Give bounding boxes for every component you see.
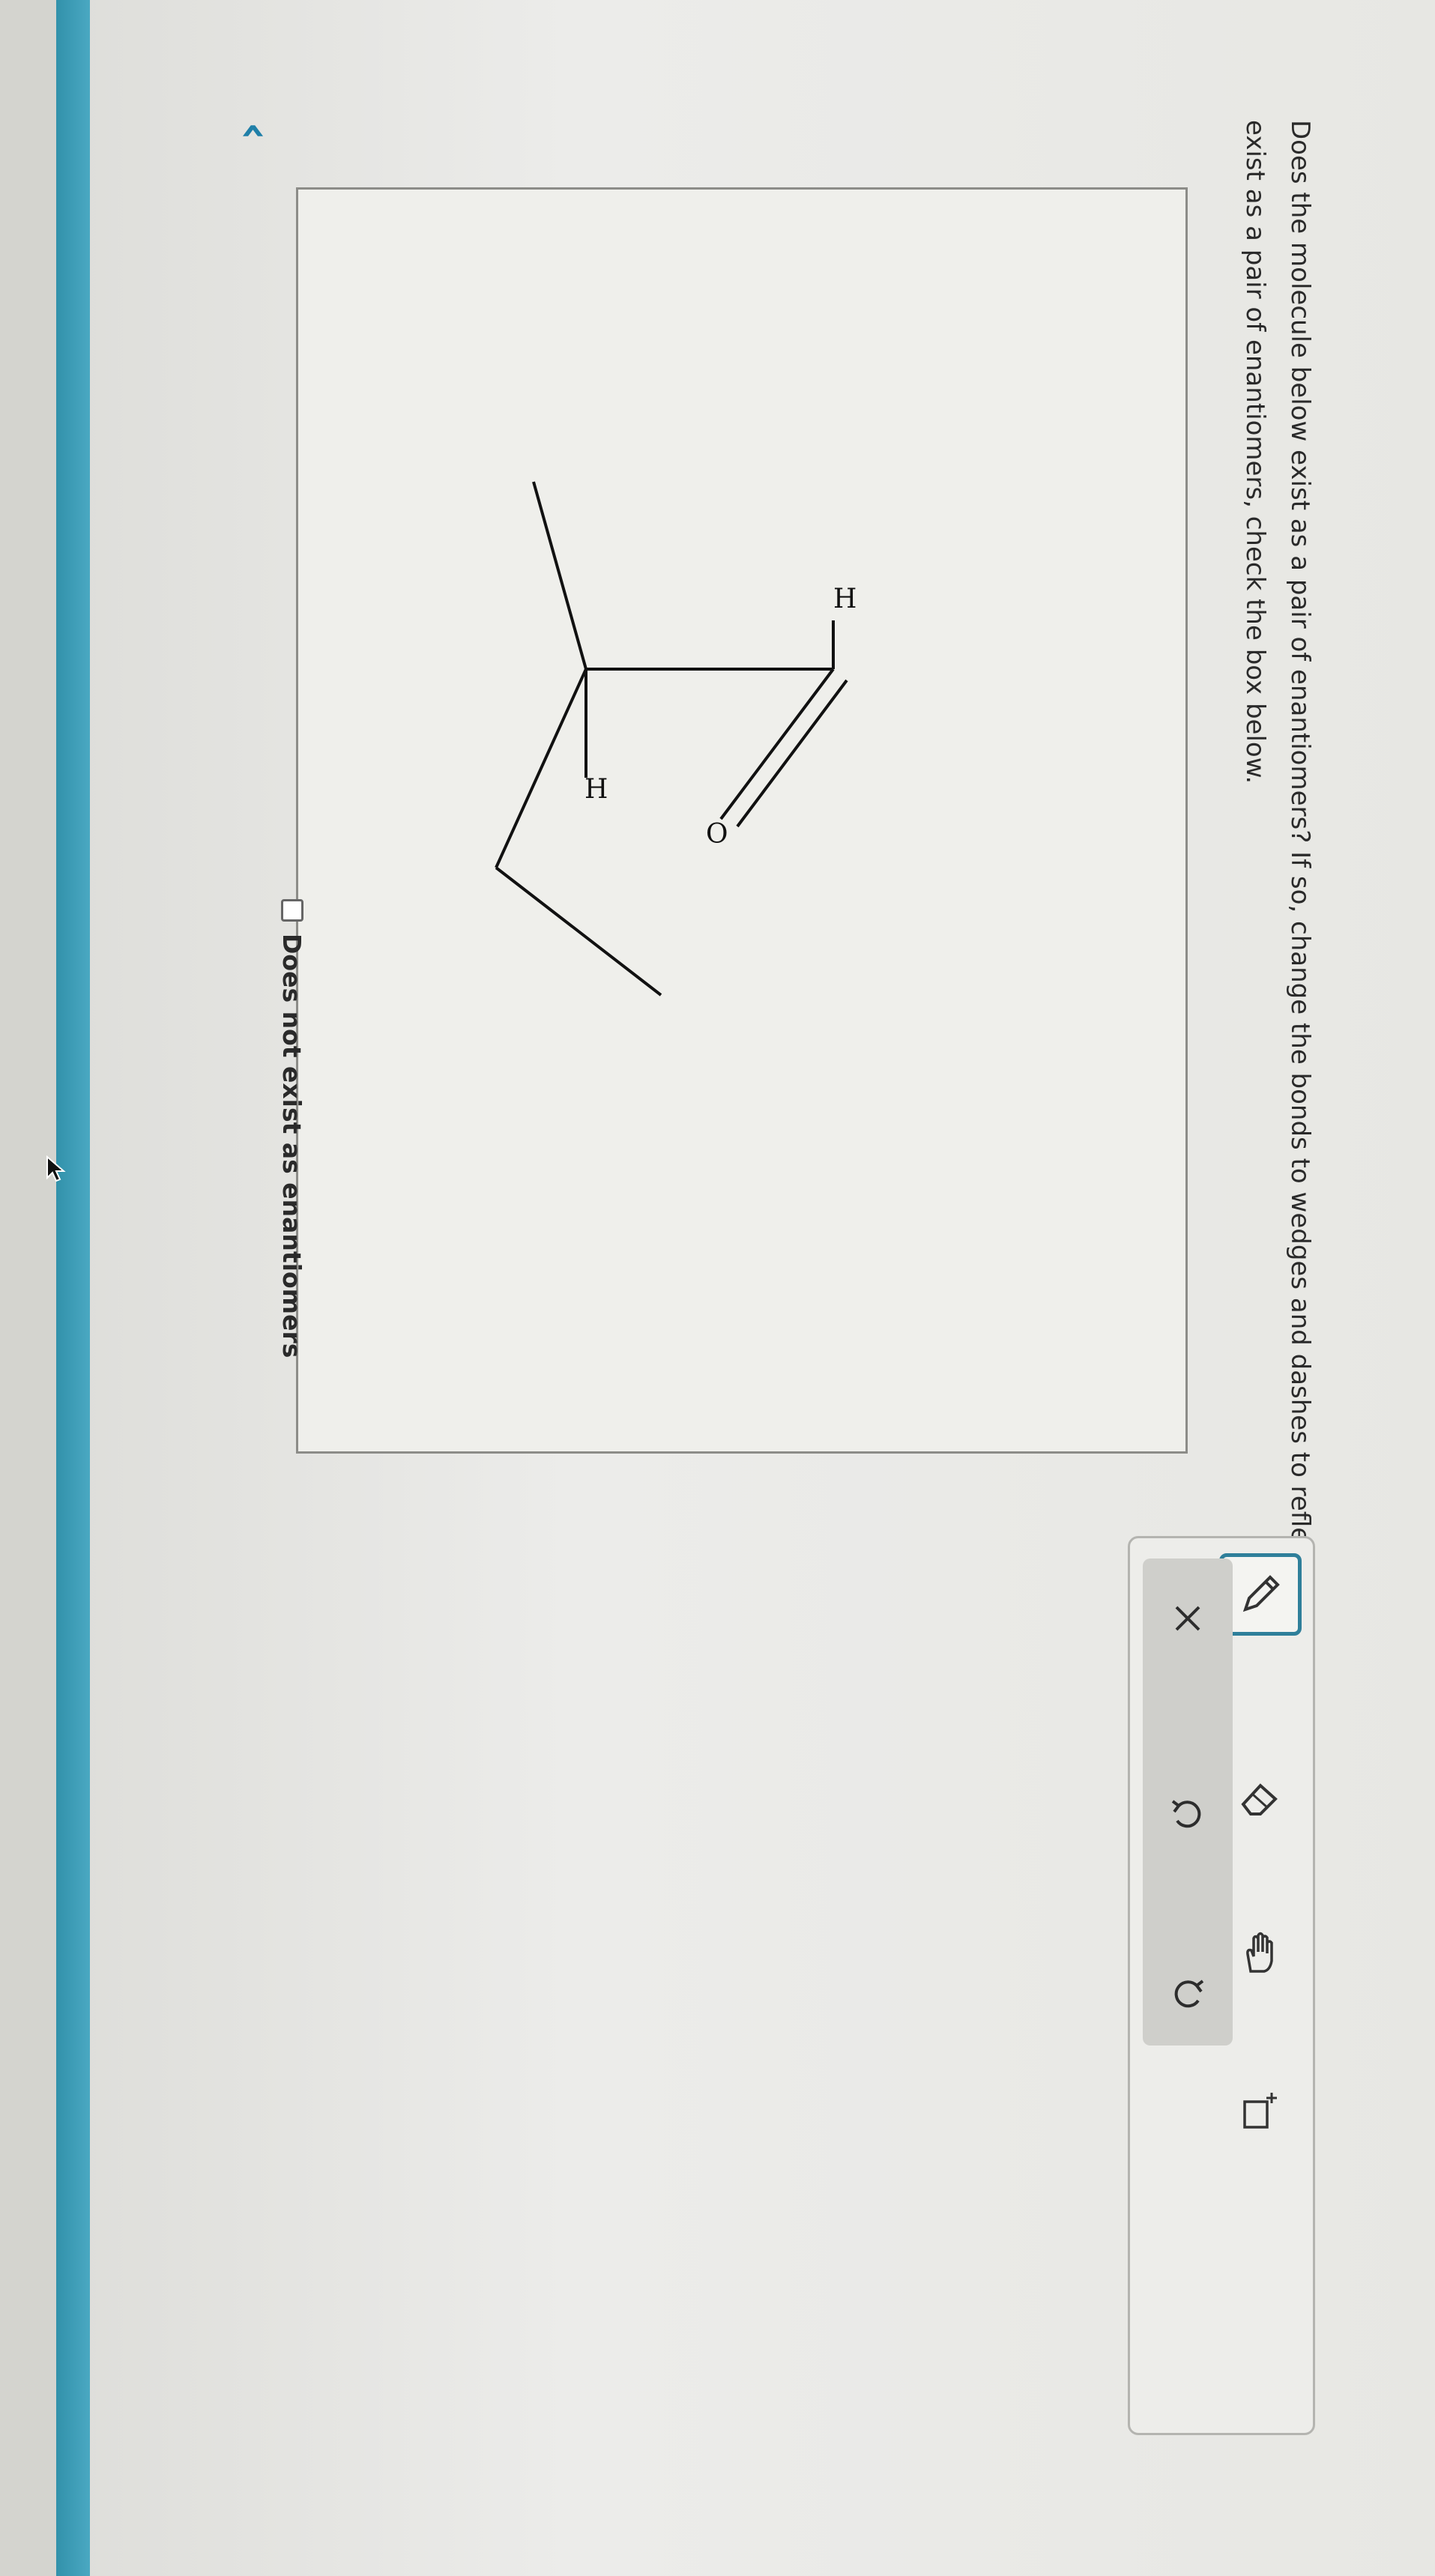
redo-icon[interactable]	[1158, 1963, 1218, 2023]
clear-icon[interactable]	[1158, 1588, 1218, 1648]
enantiomer-checkbox-row[interactable]: Does not exist as enantiomers	[274, 899, 311, 1358]
atom-oxygen[interactable]: O	[706, 819, 728, 850]
rotated-screen: ‹ Does the molecule below exist as a pai…	[0, 0, 1435, 2576]
drawing-canvas[interactable]: H O H	[296, 187, 1188, 1454]
atom-h-aldehyde[interactable]: H	[833, 584, 857, 614]
does-not-exist-label: Does not exist as enantiomers	[277, 934, 307, 1358]
hand-icon[interactable]	[1227, 1920, 1294, 1988]
undo-icon[interactable]	[1158, 1783, 1218, 1843]
atom-h-stereo[interactable]: H	[584, 774, 608, 805]
action-panel	[1143, 1558, 1233, 2046]
question-text: Does the molecule below exist as a pair …	[1210, 120, 1315, 2129]
bond-ch2-ch3	[495, 866, 662, 997]
bond-c2-methyl	[532, 481, 587, 670]
header-bar	[52, 0, 90, 2576]
bond-c2-ch2	[495, 668, 587, 868]
molecule-drawing: H O H	[495, 481, 857, 997]
eraser-icon[interactable]	[1227, 1763, 1294, 1830]
collapse-chevron-icon[interactable]: ‹	[229, 105, 281, 157]
add-fragment-icon[interactable]	[1227, 2078, 1294, 2145]
header-strip	[0, 0, 56, 2576]
photo-stage: ‹ Does the molecule below exist as a pai…	[0, 0, 1435, 2576]
does-not-exist-checkbox[interactable]	[281, 899, 303, 922]
bond-co-double-1	[719, 668, 835, 820]
mouse-pointer-icon	[38, 1154, 71, 1184]
bond-co-double-2	[736, 679, 848, 828]
question-line-2: exist as a pair of enantiomers, check th…	[1240, 120, 1270, 784]
